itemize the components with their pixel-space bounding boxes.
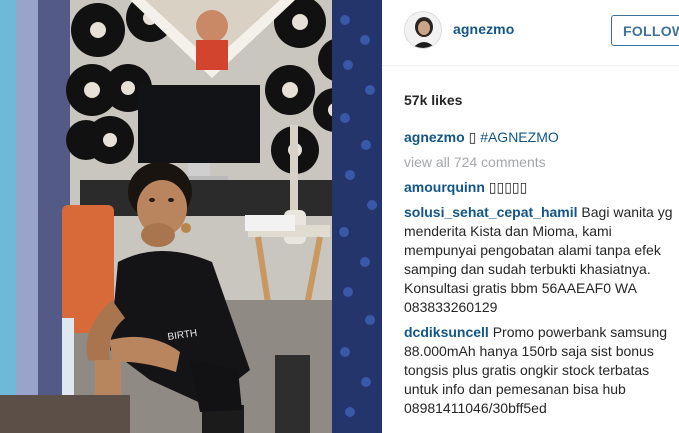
comment-username[interactable]: solusi_sehat_cepat_hamil bbox=[404, 204, 578, 220]
post-detail-panel: agnezmo FOLLOW 57k likes agnezmo ▯ #AGNE… bbox=[382, 0, 679, 433]
comments-list: agnezmo ▯ #AGNEZMO view all 724 comments… bbox=[404, 128, 674, 424]
post-caption: agnezmo ▯ #AGNEZMO bbox=[404, 128, 674, 147]
comment-item: dcdiksuncell Promo powerbank samsung 88.… bbox=[404, 323, 674, 418]
comment-username[interactable]: amourquinn bbox=[404, 179, 485, 195]
comment-text: ▯▯▯▯▯ bbox=[488, 179, 528, 195]
photo-scene: BIRTH bbox=[0, 0, 382, 433]
view-all-comments-link[interactable]: view all 724 comments bbox=[404, 153, 674, 172]
comment-item: solusi_sehat_cepat_hamil Bagi wanita yg … bbox=[404, 203, 674, 317]
comment-username[interactable]: dcdiksuncell bbox=[404, 324, 489, 340]
comment-item: amourquinn ▯▯▯▯▯ bbox=[404, 178, 674, 197]
avatar-image bbox=[405, 12, 441, 48]
likes-count[interactable]: 57k likes bbox=[404, 92, 462, 108]
caption-username[interactable]: agnezmo bbox=[404, 129, 465, 145]
caption-emoji: ▯ bbox=[468, 129, 477, 145]
follow-button[interactable]: FOLLOW bbox=[611, 15, 679, 46]
profile-avatar[interactable] bbox=[404, 11, 442, 49]
caption-hashtag[interactable]: #AGNEZMO bbox=[480, 129, 559, 145]
comment-text: Bagi wanita yg menderita Kista dan Mioma… bbox=[404, 204, 673, 315]
post-username[interactable]: agnezmo bbox=[453, 21, 514, 37]
post-header: agnezmo FOLLOW bbox=[382, 0, 679, 66]
post-photo[interactable]: BIRTH bbox=[0, 0, 382, 433]
